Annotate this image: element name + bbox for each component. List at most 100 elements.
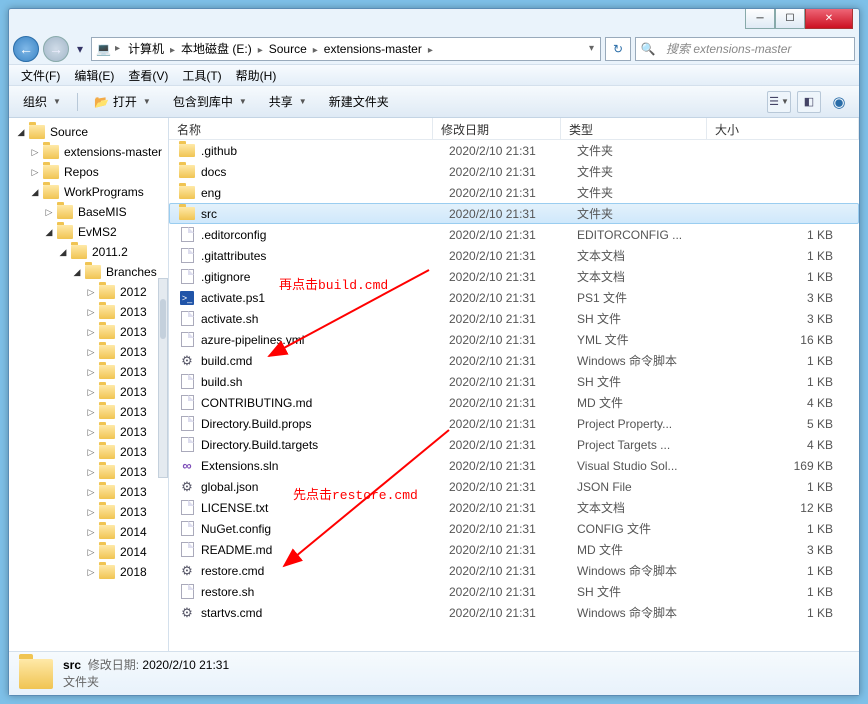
- file-row[interactable]: .gitattributes2020/2/10 21:31文本文档1 KB: [169, 245, 859, 266]
- file-row[interactable]: Directory.Build.targets2020/2/10 21:31Pr…: [169, 434, 859, 455]
- file-name[interactable]: activate.sh: [201, 312, 449, 326]
- file-row[interactable]: src2020/2/10 21:31文件夹: [169, 203, 859, 224]
- file-name[interactable]: LICENSE.txt: [201, 501, 449, 515]
- tree-item[interactable]: ◢EvMS2: [9, 222, 168, 242]
- crumb-sep[interactable]: ▸: [256, 45, 265, 56]
- crumb-sep[interactable]: ▸: [113, 43, 122, 54]
- share-button[interactable]: 共享▼: [263, 89, 313, 114]
- file-name[interactable]: eng: [201, 186, 449, 200]
- tree-item[interactable]: ▷2013: [9, 342, 168, 362]
- file-name[interactable]: global.json: [201, 480, 449, 494]
- preview-pane-button[interactable]: ◧: [797, 91, 821, 113]
- expand-icon[interactable]: ▷: [85, 547, 97, 558]
- file-row[interactable]: NuGet.config2020/2/10 21:31CONFIG 文件1 KB: [169, 518, 859, 539]
- crumb-0[interactable]: 计算机: [124, 40, 168, 58]
- file-name[interactable]: .gitattributes: [201, 249, 449, 263]
- expand-icon[interactable]: ◢: [57, 247, 69, 258]
- file-name[interactable]: azure-pipelines.yml: [201, 333, 449, 347]
- open-button[interactable]: 📂打开▼: [88, 89, 157, 114]
- file-name[interactable]: build.cmd: [201, 354, 449, 368]
- search-input[interactable]: 🔍 搜索 extensions-master: [635, 37, 855, 61]
- menu-edit[interactable]: 编辑(E): [68, 65, 120, 86]
- expand-icon[interactable]: ▷: [85, 447, 97, 458]
- tree-item[interactable]: ▷2013: [9, 302, 168, 322]
- file-name[interactable]: NuGet.config: [201, 522, 449, 536]
- tree-item[interactable]: ▷BaseMIS: [9, 202, 168, 222]
- tree-item[interactable]: ▷2013: [9, 322, 168, 342]
- crumb-sep[interactable]: ▸: [311, 45, 320, 56]
- crumb-2[interactable]: Source: [265, 40, 311, 58]
- col-name[interactable]: 名称: [169, 118, 433, 139]
- expand-icon[interactable]: ▷: [85, 467, 97, 478]
- col-type[interactable]: 类型: [561, 118, 707, 139]
- file-name[interactable]: .gitignore: [201, 270, 449, 284]
- file-row[interactable]: CONTRIBUTING.md2020/2/10 21:31MD 文件4 KB: [169, 392, 859, 413]
- file-row[interactable]: build.sh2020/2/10 21:31SH 文件1 KB: [169, 371, 859, 392]
- col-date[interactable]: 修改日期: [433, 118, 561, 139]
- close-button[interactable]: ✕: [805, 9, 853, 29]
- menu-help[interactable]: 帮助(H): [230, 65, 283, 86]
- file-row[interactable]: activate.sh2020/2/10 21:31SH 文件3 KB: [169, 308, 859, 329]
- menu-view[interactable]: 查看(V): [122, 65, 174, 86]
- file-name[interactable]: startvs.cmd: [201, 606, 449, 620]
- file-name[interactable]: Directory.Build.targets: [201, 438, 449, 452]
- new-folder-button[interactable]: 新建文件夹: [323, 89, 395, 114]
- tree-item[interactable]: ▷2013: [9, 502, 168, 522]
- file-row[interactable]: ⚙startvs.cmd2020/2/10 21:31Windows 命令脚本1…: [169, 602, 859, 623]
- expand-icon[interactable]: ▷: [43, 207, 55, 218]
- tree-item[interactable]: ◢2011.2: [9, 242, 168, 262]
- expand-icon[interactable]: ▷: [29, 167, 41, 178]
- expand-icon[interactable]: ▷: [29, 147, 41, 158]
- tree-item[interactable]: ▷2013: [9, 362, 168, 382]
- tree-item[interactable]: ▷2018: [9, 562, 168, 582]
- file-row[interactable]: .gitignore2020/2/10 21:31文本文档1 KB: [169, 266, 859, 287]
- expand-icon[interactable]: ▷: [85, 507, 97, 518]
- tree-item[interactable]: ◢WorkPrograms: [9, 182, 168, 202]
- file-name[interactable]: Directory.Build.props: [201, 417, 449, 431]
- refresh-button[interactable]: ↻: [605, 37, 631, 61]
- file-name[interactable]: src: [201, 207, 449, 221]
- tree-item[interactable]: ▷2013: [9, 402, 168, 422]
- file-row[interactable]: README.md2020/2/10 21:31MD 文件3 KB: [169, 539, 859, 560]
- file-name[interactable]: CONTRIBUTING.md: [201, 396, 449, 410]
- expand-icon[interactable]: ◢: [29, 187, 41, 198]
- tree-item[interactable]: ▷2013: [9, 422, 168, 442]
- tree-item[interactable]: ◢Branches: [9, 262, 168, 282]
- file-row[interactable]: Directory.Build.props2020/2/10 21:31Proj…: [169, 413, 859, 434]
- expand-icon[interactable]: ▷: [85, 327, 97, 338]
- expand-icon[interactable]: ▷: [85, 387, 97, 398]
- tree-item[interactable]: ▷2013: [9, 442, 168, 462]
- tree-item[interactable]: ▷2013: [9, 382, 168, 402]
- expand-icon[interactable]: ▷: [85, 287, 97, 298]
- file-name[interactable]: .editorconfig: [201, 228, 449, 242]
- file-row[interactable]: LICENSE.txt2020/2/10 21:31文本文档12 KB: [169, 497, 859, 518]
- organize-button[interactable]: 组织▼: [17, 89, 67, 114]
- crumb-sep[interactable]: ▸: [168, 45, 177, 56]
- crumb-sep[interactable]: ▸: [426, 45, 435, 56]
- history-dropdown[interactable]: ▾: [73, 39, 87, 59]
- file-name[interactable]: build.sh: [201, 375, 449, 389]
- tree-item[interactable]: ▷extensions-master: [9, 142, 168, 162]
- maximize-button[interactable]: ☐: [775, 9, 805, 29]
- file-row[interactable]: docs2020/2/10 21:31文件夹: [169, 161, 859, 182]
- scrollbar[interactable]: [158, 278, 168, 478]
- file-row[interactable]: azure-pipelines.yml2020/2/10 21:31YML 文件…: [169, 329, 859, 350]
- tree-item[interactable]: ▷2014: [9, 542, 168, 562]
- expand-icon[interactable]: ▷: [85, 427, 97, 438]
- include-library-button[interactable]: 包含到库中▼: [167, 89, 253, 114]
- file-row[interactable]: ⚙global.json2020/2/10 21:31JSON File1 KB: [169, 476, 859, 497]
- file-row[interactable]: ⚙build.cmd2020/2/10 21:31Windows 命令脚本1 K…: [169, 350, 859, 371]
- forward-button[interactable]: →: [43, 36, 69, 62]
- tree-item[interactable]: ▷2012: [9, 282, 168, 302]
- file-name[interactable]: restore.sh: [201, 585, 449, 599]
- tree-item[interactable]: ◢Source: [9, 122, 168, 142]
- expand-icon[interactable]: ▷: [85, 307, 97, 318]
- file-row[interactable]: eng2020/2/10 21:31文件夹: [169, 182, 859, 203]
- view-options-button[interactable]: ☰▼: [767, 91, 791, 113]
- file-name[interactable]: .github: [201, 144, 449, 158]
- tree-item[interactable]: ▷2013: [9, 462, 168, 482]
- tree-item[interactable]: ▷Repos: [9, 162, 168, 182]
- expand-icon[interactable]: ▷: [85, 487, 97, 498]
- crumb-1[interactable]: 本地磁盘 (E:): [177, 40, 256, 58]
- nav-tree[interactable]: ◢Source▷extensions-master▷Repos◢WorkProg…: [9, 118, 169, 651]
